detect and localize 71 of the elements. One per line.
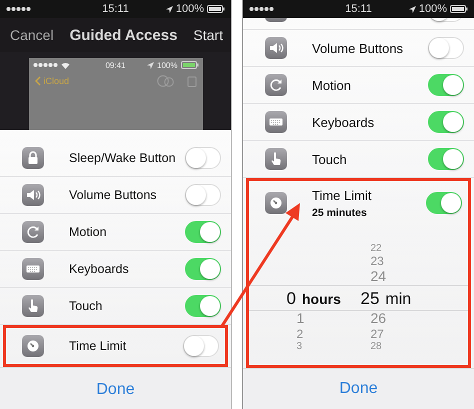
hand-icon [22, 295, 44, 317]
time-picker[interactable]: 0 hours 1 2 3 22 23 24 25 min 26 27 28 [249, 225, 468, 365]
back-chevron-icon [34, 76, 40, 86]
toggle-switch[interactable] [183, 335, 219, 357]
picker-unit: hours [302, 291, 341, 307]
toggle-switch[interactable] [185, 258, 221, 280]
option-label: Motion [312, 78, 352, 92]
picker-value[interactable]: 26 [360, 310, 386, 327]
option-label: Volume Buttons [69, 188, 158, 202]
hand-icon [265, 148, 287, 170]
lock-icon [22, 147, 44, 169]
location-arrow-icon [147, 62, 154, 68]
battery-icon [180, 61, 198, 69]
option-label: Volume Buttons [312, 40, 404, 56]
toggle-switch[interactable] [428, 37, 464, 59]
picker-value[interactable]: 1 [286, 310, 304, 327]
picker-value[interactable]: 28 [360, 341, 382, 352]
speaker-icon [265, 37, 287, 59]
picker-unit: min [385, 291, 412, 309]
toggle-switch[interactable] [185, 147, 221, 169]
battery-icon [450, 5, 468, 13]
signal-icon [249, 6, 274, 12]
toggle-switch[interactable] [428, 148, 464, 170]
done-button[interactable]: Done [90, 379, 141, 401]
option-label: Time Limit [312, 188, 372, 202]
option-label: Keyboards [69, 262, 130, 276]
picker-value[interactable]: 27 [360, 327, 384, 341]
option-label: Sleep/Wake Button [69, 151, 177, 165]
signal-icon [32, 62, 58, 68]
keyboard-icon [265, 111, 287, 133]
toggle-switch[interactable] [428, 111, 464, 133]
rotate-icon [265, 74, 287, 96]
start-button[interactable]: Start [193, 27, 223, 43]
toggle-switch[interactable] [185, 184, 221, 206]
signal-icon [6, 6, 31, 12]
picker-value[interactable]: 22 [360, 243, 382, 254]
toggle-switch[interactable] [185, 295, 221, 317]
toggle-switch[interactable] [185, 221, 221, 243]
picker-selected-value[interactable]: 25 [360, 289, 380, 309]
option-label: Motion [69, 225, 108, 239]
timer-icon [265, 192, 287, 214]
toggle-switch[interactable] [428, 74, 464, 96]
option-label: Keyboards [312, 114, 376, 130]
picker-value[interactable]: 2 [286, 327, 304, 341]
location-arrow-icon [408, 6, 416, 12]
picker-selected-value[interactable]: 0 [286, 289, 296, 309]
people-icon [156, 75, 174, 87]
status-time: 15:11 [345, 3, 372, 15]
cancel-button[interactable]: Cancel [10, 27, 54, 43]
option-label: Touch [69, 299, 104, 313]
picker-value[interactable]: 3 [286, 341, 302, 352]
location-arrow-icon [166, 6, 173, 12]
battery-icon [207, 5, 225, 13]
option-label: Touch [312, 152, 348, 166]
toggle-switch[interactable] [426, 192, 462, 214]
status-time: 15:11 [102, 3, 129, 15]
picker-value[interactable]: 23 [360, 254, 384, 268]
battery-percent: 100% [418, 3, 447, 15]
timer-icon [22, 335, 44, 357]
wifi-icon [60, 62, 70, 68]
option-label: Time Limit [69, 339, 128, 353]
battery-percent: 100% [176, 3, 204, 15]
picker-value[interactable]: 24 [360, 268, 386, 285]
battery-percent: 100% [157, 60, 178, 70]
done-button[interactable]: Done [333, 378, 384, 400]
nav-title: Guided Access [70, 26, 178, 44]
keyboard-icon [22, 258, 44, 280]
status-time: 09:41 [105, 60, 126, 70]
rotate-icon [22, 221, 44, 243]
speaker-icon [22, 184, 44, 206]
option-detail: 25 minutes [312, 206, 368, 218]
